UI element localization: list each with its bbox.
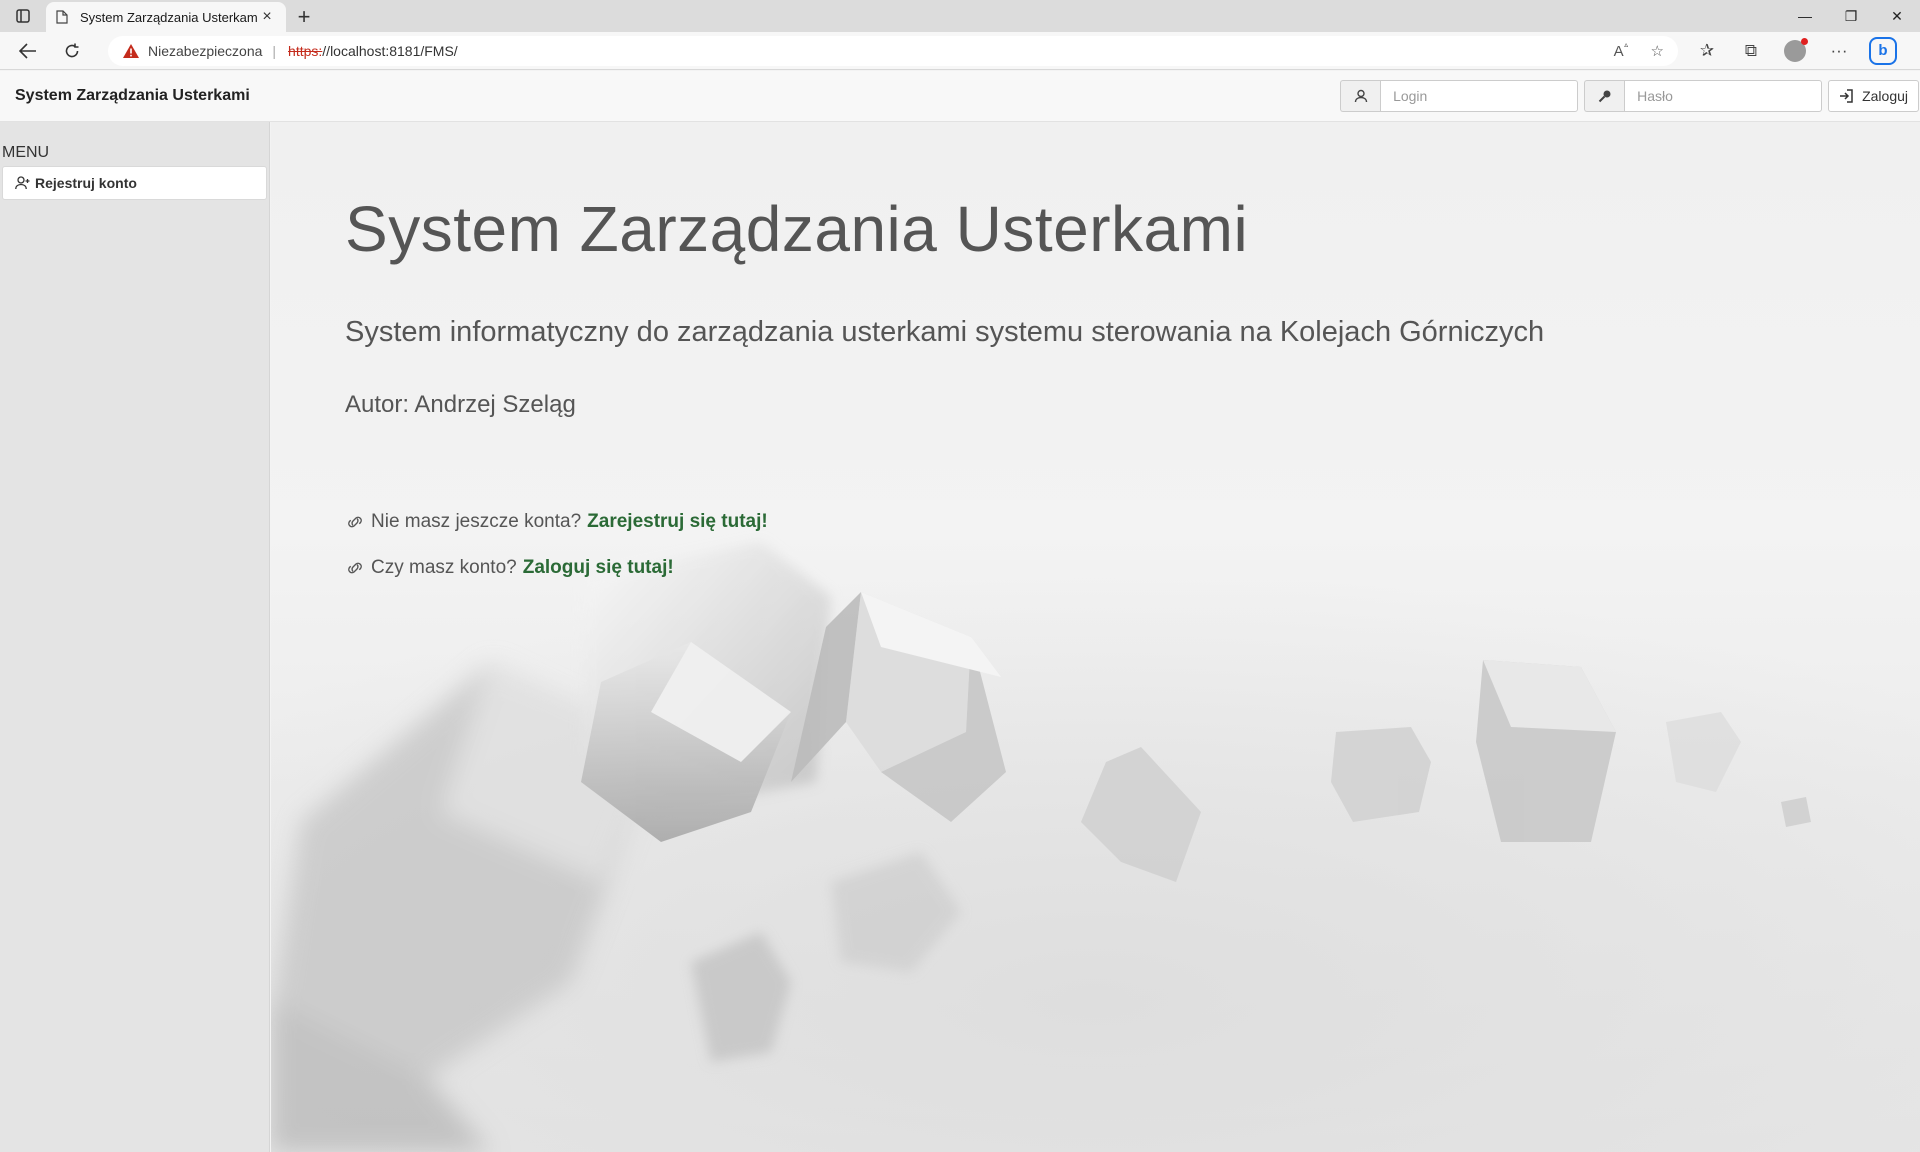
url-separator: | bbox=[272, 42, 277, 59]
back-button[interactable] bbox=[6, 32, 50, 70]
login-button[interactable]: Zaloguj bbox=[1828, 80, 1919, 112]
hero-section: System Zarządzania Usterkami System info… bbox=[345, 192, 1544, 579]
login-form: Zaloguj bbox=[1340, 80, 1919, 112]
url-actions: Aᐞ ☆ bbox=[1614, 42, 1664, 60]
bing-button[interactable]: b bbox=[1864, 34, 1902, 68]
sidebar-item-label: Rejestruj konto bbox=[35, 175, 137, 191]
profile-button[interactable] bbox=[1776, 34, 1814, 68]
sidebar: MENU Rejestruj konto bbox=[0, 122, 270, 1152]
url-text: //localhost:8181/FMS/ bbox=[322, 42, 458, 59]
sidebar-item-register[interactable]: Rejestruj konto bbox=[2, 166, 267, 200]
user-icon bbox=[1340, 80, 1381, 112]
page-subtitle: System informatyczny do zarządzania uste… bbox=[345, 316, 1545, 348]
window-controls: — ❐ ✕ bbox=[1782, 0, 1920, 32]
url-bar[interactable]: Niezabezpieczona | https: //localhost:81… bbox=[108, 35, 1678, 66]
favorites-icon[interactable]: ✰ bbox=[1688, 34, 1726, 68]
bing-icon: b bbox=[1869, 36, 1897, 65]
menu-heading: MENU bbox=[2, 144, 50, 161]
browser-tabbar: System Zarządzania Usterkami × + — ❐ ✕ bbox=[0, 0, 1920, 32]
browser-toolbar: ✰ ⧉ ··· b bbox=[1688, 34, 1902, 68]
login-input[interactable] bbox=[1380, 80, 1579, 112]
app-navbar: System Zarządzania Usterkami Login Zalog… bbox=[0, 71, 1920, 122]
reload-button[interactable] bbox=[50, 32, 94, 70]
warning-icon[interactable] bbox=[122, 43, 140, 59]
minimize-button[interactable]: — bbox=[1782, 0, 1828, 32]
login-input-group bbox=[1340, 80, 1579, 112]
register-prompt-text: Nie masz jeszcze konta? bbox=[371, 511, 582, 532]
main-content: System Zarządzania Usterkami System info… bbox=[271, 122, 1920, 1152]
read-aloud-icon[interactable]: Aᐞ bbox=[1614, 42, 1629, 60]
page-icon bbox=[56, 10, 68, 24]
security-status[interactable]: Niezabezpieczona bbox=[148, 43, 262, 59]
close-window-button[interactable]: ✕ bbox=[1874, 0, 1920, 32]
collections-icon[interactable]: ⧉ bbox=[1732, 34, 1770, 68]
more-options-icon[interactable]: ··· bbox=[1820, 34, 1858, 68]
arrow-left-icon bbox=[19, 42, 36, 59]
reload-icon bbox=[65, 43, 79, 57]
app-brand[interactable]: System Zarządzania Usterkami bbox=[15, 87, 250, 105]
url-protocol: https: bbox=[288, 42, 323, 59]
new-tab-button[interactable]: + bbox=[286, 2, 322, 32]
login-prompt-text: Czy masz konto? bbox=[371, 557, 517, 578]
login-link[interactable]: Zaloguj się tutaj! bbox=[523, 557, 674, 579]
key-icon bbox=[1584, 80, 1625, 112]
restore-button[interactable]: ❐ bbox=[1828, 0, 1874, 32]
user-plus-icon bbox=[15, 176, 30, 190]
author-line: Autor: Andrzej Szeląg bbox=[345, 391, 576, 418]
password-input[interactable] bbox=[1624, 80, 1823, 112]
register-link[interactable]: Zarejestruj się tutaj! bbox=[587, 511, 768, 533]
tab-title: System Zarządzania Usterkami bbox=[80, 9, 258, 25]
add-favorite-icon[interactable]: ☆ bbox=[1651, 42, 1664, 60]
browser-addressbar: Niezabezpieczona | https: //localhost:81… bbox=[0, 32, 1920, 70]
browser-tab-active[interactable]: System Zarządzania Usterkami × bbox=[46, 2, 286, 32]
tab-actions-button[interactable] bbox=[0, 0, 46, 32]
password-input-group bbox=[1584, 80, 1823, 112]
page-title: System Zarządzania Usterkami bbox=[345, 193, 1249, 265]
login-button-label: Zaloguj bbox=[1862, 88, 1908, 104]
link-icon bbox=[348, 516, 362, 528]
tab-actions-icon bbox=[16, 9, 30, 23]
link-icon bbox=[348, 562, 362, 574]
sign-in-icon bbox=[1840, 89, 1853, 103]
login-prompt-line: Czy masz konto? Zaloguj się tutaj! bbox=[345, 557, 1544, 579]
close-tab-icon[interactable]: × bbox=[258, 8, 276, 26]
register-prompt-line: Nie masz jeszcze konta? Zarejestruj się … bbox=[345, 511, 1544, 533]
avatar bbox=[1784, 37, 1808, 62]
